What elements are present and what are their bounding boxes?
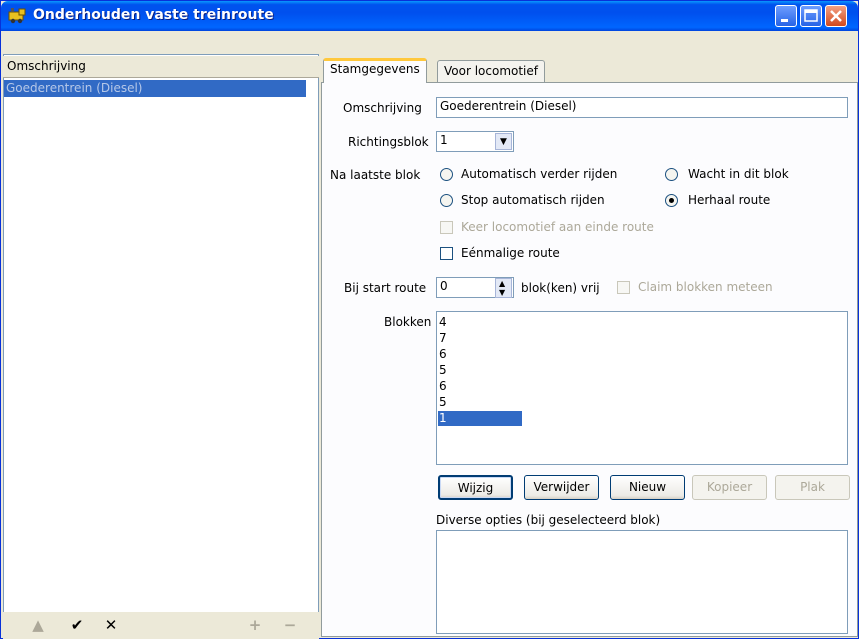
left-toolbar: ▲ ✔ ✕ + − (3, 612, 319, 639)
check-keer-label: Keer locomotief aan einde route (461, 220, 654, 234)
close-button[interactable] (825, 5, 847, 27)
radio-wacht-label: Wacht in dit blok (688, 167, 789, 181)
blok-item[interactable]: 5 (438, 363, 522, 378)
minimize-button[interactable] (775, 5, 797, 27)
nieuw-button[interactable]: Nieuw (610, 475, 685, 500)
blok-item[interactable]: 6 (438, 347, 522, 362)
radio-herhaal-label: Herhaal route (688, 193, 771, 207)
blokken-label: Blokken (384, 315, 432, 329)
omschrijving-input[interactable]: Goederentrein (Diesel) (436, 97, 848, 118)
column-header-omschrijving[interactable]: Omschrijving (3, 56, 319, 78)
chevron-down-icon[interactable]: ▼ (495, 133, 512, 150)
richtingsblok-label: Richtingsblok (348, 135, 429, 149)
check-keer-locomotief[interactable] (440, 221, 453, 234)
radio-stop-automatisch[interactable] (440, 194, 453, 207)
check-claim-blokken[interactable] (617, 281, 630, 294)
maximize-icon (804, 9, 818, 22)
route-list-item[interactable]: Goederentrein (Diesel) (4, 80, 306, 97)
plak-button[interactable]: Plak (775, 475, 850, 500)
window-title: Onderhouden vaste treinroute (33, 7, 274, 23)
check-icon[interactable]: ✔ (68, 616, 86, 634)
diverse-opties-label: Diverse opties (bij geselecteerd blok) (436, 513, 661, 527)
blokken-list[interactable]: 4 7 6 5 6 5 1 (436, 311, 848, 465)
minus-icon[interactable]: − (281, 616, 299, 634)
blok-item[interactable]: 5 (438, 395, 522, 410)
check-eenmalige-route[interactable] (440, 247, 453, 260)
maximize-button[interactable] (800, 5, 822, 27)
check-eenmalige-label: Eénmalige route (461, 246, 560, 260)
radio-wacht-in-blok[interactable] (665, 168, 678, 181)
route-list[interactable] (3, 54, 319, 637)
kopieer-button[interactable]: Kopieer (692, 475, 767, 500)
x-icon[interactable]: ✕ (102, 616, 120, 634)
spinner-arrows-icon[interactable]: ▲ ▼ (495, 278, 512, 298)
radio-stop-label: Stop automatisch rijden (461, 193, 605, 207)
verwijder-button[interactable]: Verwijder (524, 475, 599, 500)
radio-automatisch-verder[interactable] (440, 168, 453, 181)
tab-voor-locomotief[interactable]: Voor locomotief (437, 60, 546, 82)
blok-item[interactable]: 4 (438, 315, 522, 330)
radio-herhaal-route[interactable] (665, 194, 678, 207)
main-window: Onderhouden vaste treinroute Omschrijvin… (0, 0, 859, 639)
close-icon (830, 10, 842, 22)
title-bar[interactable]: Onderhouden vaste treinroute (1, 1, 858, 31)
blok-vrij-label: blok(ken) vrij (521, 281, 600, 295)
radio-automatisch-label: Automatisch verder rijden (461, 167, 618, 181)
omschrijving-label: Omschrijving (343, 101, 422, 115)
minimize-icon (781, 19, 788, 22)
plus-icon[interactable]: + (246, 616, 264, 634)
blok-item[interactable]: 7 (438, 331, 522, 346)
na-laatste-blok-label: Na laatste blok (330, 168, 421, 182)
locomotive-icon (8, 8, 26, 24)
blok-item-selected[interactable]: 1 (438, 411, 522, 426)
check-claim-label: Claim blokken meteen (638, 280, 773, 294)
tab-stamgegevens[interactable]: Stamgegevens (323, 58, 427, 83)
bij-start-route-label: Bij start route (344, 281, 427, 295)
arrow-up-icon[interactable]: ▲ (29, 616, 47, 634)
diverse-opties-box[interactable] (436, 530, 848, 634)
blok-item[interactable]: 6 (438, 379, 522, 394)
wijzig-button[interactable]: Wijzig (438, 475, 513, 500)
